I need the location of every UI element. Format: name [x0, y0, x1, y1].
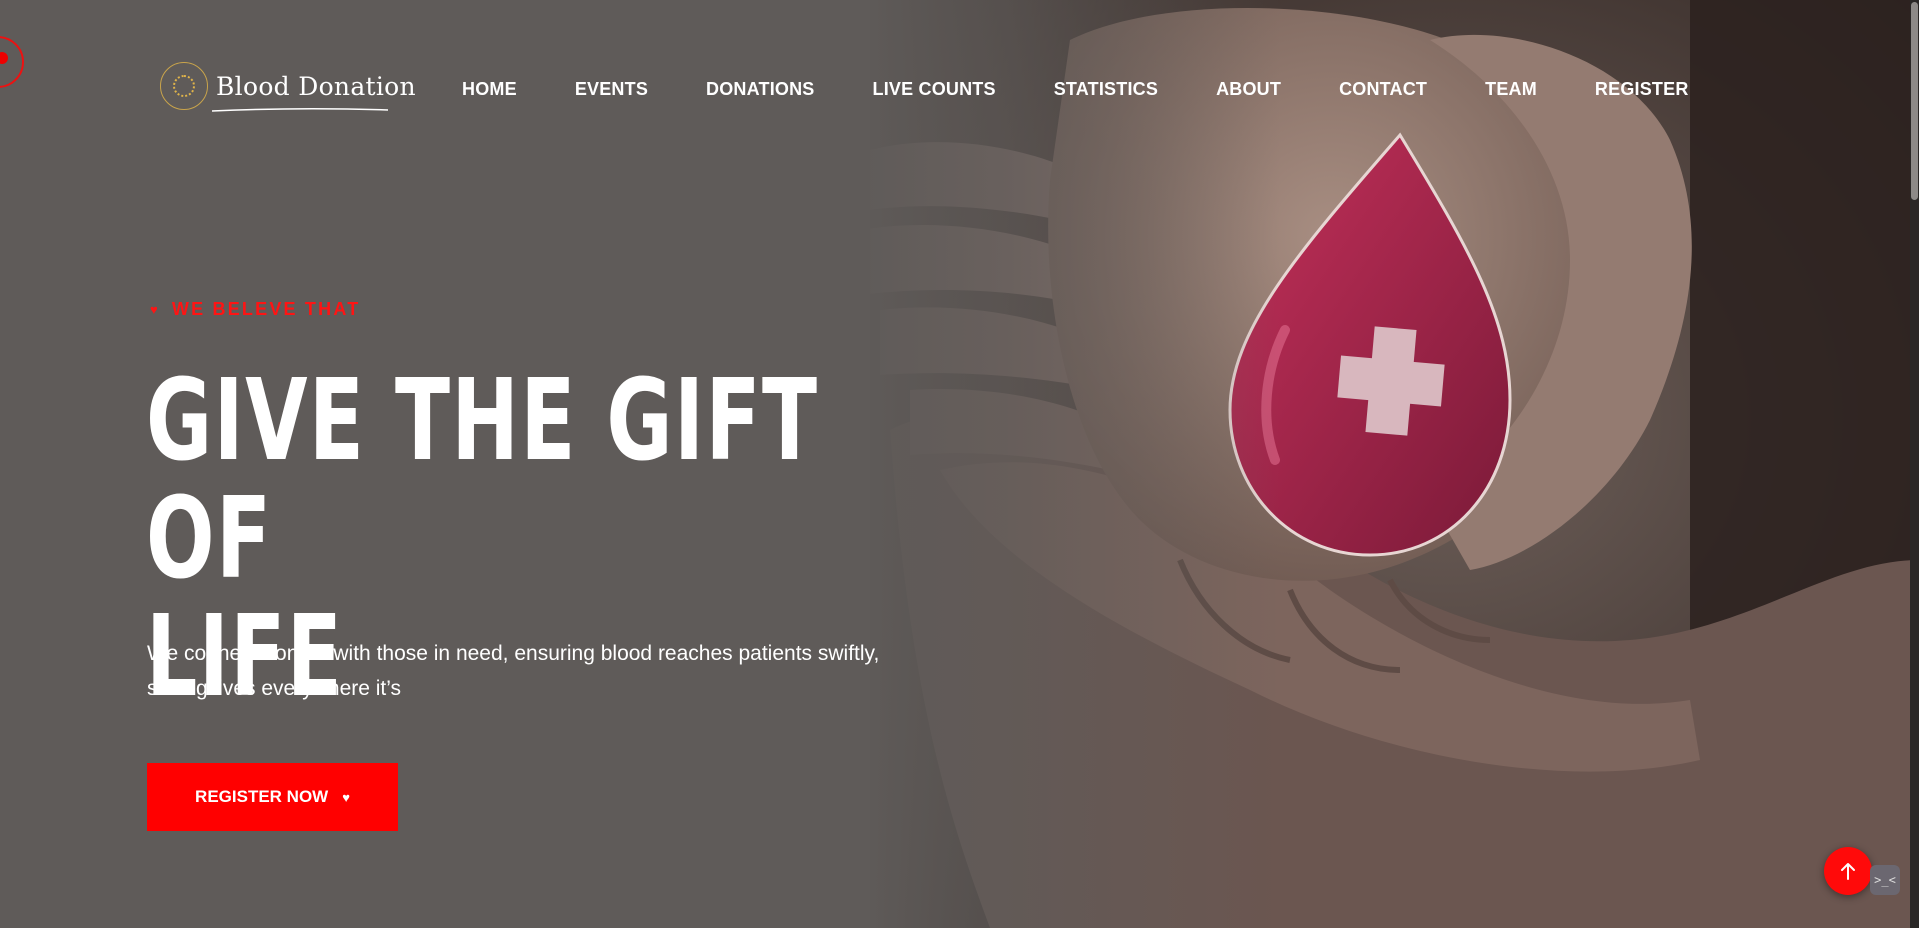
- scrollbar-thumb[interactable]: [1911, 2, 1918, 200]
- heart-icon: ♥: [342, 789, 350, 805]
- arrow-up-icon: [1841, 863, 1855, 880]
- brand-name: Blood Donation: [216, 71, 416, 101]
- site-logo[interactable]: Blood Donation: [160, 62, 416, 112]
- register-now-button[interactable]: REGISTER NOW ♥: [147, 763, 398, 831]
- page-viewport: Blood Donation HOME EVENTS DONATIONS LIV…: [0, 0, 1919, 928]
- scroll-to-top-button[interactable]: [1824, 847, 1872, 895]
- nav-home[interactable]: HOME: [462, 79, 517, 100]
- logo-wordmark: Blood Donation: [212, 71, 416, 112]
- hero-description: We connect donors with those in need, en…: [147, 642, 880, 700]
- hero-tagline: ♥ WE BELEVE THAT: [150, 299, 360, 320]
- nav-statistics[interactable]: STATISTICS: [1054, 79, 1158, 100]
- sun-emblem-icon: [160, 62, 208, 110]
- hero-tagline-text: WE BELEVE THAT: [171, 299, 361, 319]
- nav-events[interactable]: EVENTS: [575, 79, 648, 100]
- main-nav: HOME EVENTS DONATIONS LIVE COUNTS STATIS…: [462, 79, 1689, 100]
- hero-headline-line1: GIVE THE GIFT OF: [146, 356, 819, 604]
- logo-swoosh-icon: [212, 107, 388, 112]
- page-scrollbar[interactable]: [1910, 0, 1919, 928]
- terminal-chat-icon[interactable]: >_<: [1870, 865, 1900, 895]
- nav-donations[interactable]: DONATIONS: [706, 79, 814, 100]
- heart-icon: ♥: [150, 302, 160, 317]
- nav-team[interactable]: TEAM: [1485, 79, 1537, 100]
- nav-contact[interactable]: CONTACT: [1339, 79, 1427, 100]
- nav-register[interactable]: REGISTER: [1595, 79, 1689, 100]
- nav-live-counts[interactable]: LIVE COUNTS: [873, 79, 996, 100]
- register-now-label: REGISTER NOW: [195, 787, 329, 806]
- nav-about[interactable]: ABOUT: [1216, 79, 1281, 100]
